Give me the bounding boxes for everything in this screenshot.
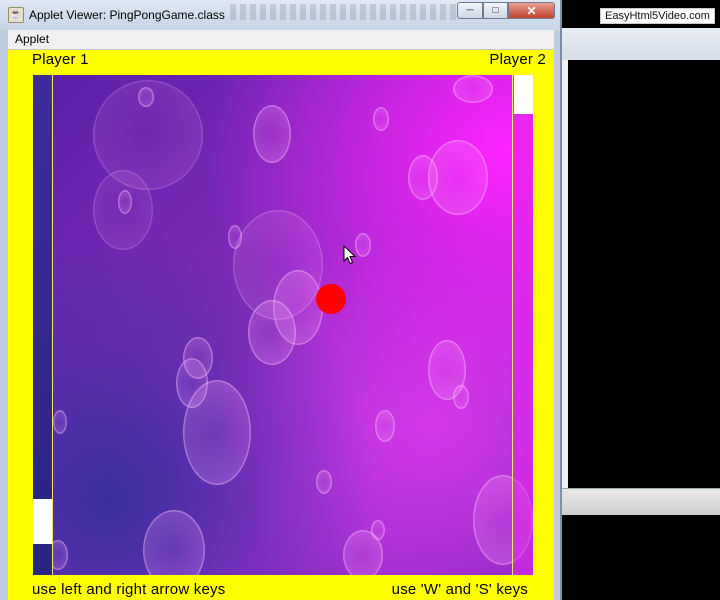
menu-applet[interactable]: Applet xyxy=(15,32,49,46)
minimize-button[interactable]: ─ xyxy=(457,2,483,19)
menu-bar: Applet xyxy=(8,30,554,50)
background-bubble xyxy=(371,520,385,540)
title-bar[interactable]: ☕ Applet Viewer: PingPongGame.class ─ □ … xyxy=(0,0,560,30)
player-1-label: Player 1 xyxy=(32,51,89,68)
background-bubble xyxy=(53,410,67,434)
game-canvas[interactable]: Player 1 Player 2 use left and right arr… xyxy=(8,50,554,600)
background-bubble xyxy=(183,380,251,485)
background-bubble xyxy=(143,510,205,575)
background-bubble xyxy=(355,233,371,257)
player-2-lane xyxy=(513,75,533,575)
player-1-paddle[interactable] xyxy=(33,499,52,544)
background-bubble xyxy=(453,75,493,103)
background-bubble xyxy=(408,155,438,200)
java-cup-icon: ☕ xyxy=(8,7,24,23)
background-window-statusbar xyxy=(560,488,720,515)
play-field[interactable] xyxy=(33,75,533,575)
background-bubble xyxy=(138,87,154,107)
background-window-toolbar xyxy=(560,28,720,60)
player-1-controls-hint: use left and right arrow keys xyxy=(32,581,226,598)
background-bubble xyxy=(375,410,395,442)
applet-viewer-window: ☕ Applet Viewer: PingPongGame.class ─ □ … xyxy=(0,0,562,600)
watermark: EasyHtml5Video.com xyxy=(600,8,715,24)
player-1-boundary-line xyxy=(52,75,53,575)
background-bubble xyxy=(316,470,332,494)
background-bubble xyxy=(253,105,291,163)
background-window-title-ghost xyxy=(230,4,460,20)
background-bubble xyxy=(248,300,296,365)
background-bubble xyxy=(118,190,132,214)
player-2-controls-hint: use 'W' and 'S' keys xyxy=(391,581,528,598)
ball xyxy=(316,284,346,314)
background-bubble xyxy=(373,107,389,131)
background-bubble xyxy=(453,385,469,409)
close-button[interactable]: ✕ xyxy=(508,2,555,19)
player-2-paddle[interactable] xyxy=(514,75,533,114)
player-2-boundary-line xyxy=(512,75,513,575)
player-2-label: Player 2 xyxy=(489,51,546,68)
window-title: Applet Viewer: PingPongGame.class xyxy=(29,8,225,22)
maximize-button[interactable]: □ xyxy=(483,2,508,19)
